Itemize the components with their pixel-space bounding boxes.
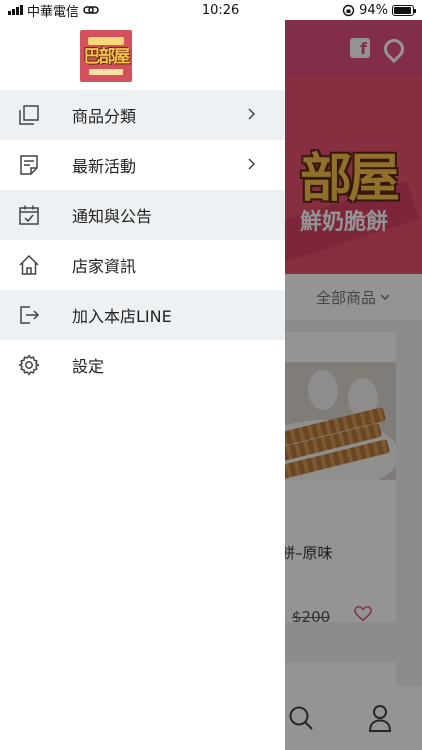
store-logo[interactable]: 巴部屋 (80, 30, 132, 82)
battery-icon (391, 4, 416, 16)
calendar-check-icon (19, 205, 39, 225)
wifi-link-icon (83, 6, 99, 14)
sign-out-icon (20, 306, 40, 324)
carrier-label: 中華電信 (27, 4, 80, 20)
menu-item-label: 商品分類 (72, 107, 137, 126)
menu-item-categories[interactable]: 商品分類 (0, 90, 285, 140)
menu-item-events[interactable]: 最新活動 (0, 140, 285, 190)
menu-item-store-info[interactable]: 店家資訊 (0, 240, 285, 290)
drawer-menu: 商品分類 最新活動 通知與公告 店家資訊 加入本店LINE 設定 (0, 90, 285, 390)
orientation-lock-icon (342, 4, 355, 16)
battery-fill (393, 6, 411, 14)
menu-item-label: 最新活動 (72, 157, 137, 176)
store-logo-text: 巴部屋 (83, 47, 131, 67)
chevron-right-icon (248, 158, 256, 170)
menu-item-join-line[interactable]: 加入本店LINE (0, 290, 285, 340)
menu-item-label: 設定 (72, 357, 105, 376)
status-right: 94% (342, 2, 416, 18)
copy-icon (19, 105, 39, 125)
gear-icon (18, 354, 40, 376)
signal-icon (8, 5, 23, 15)
status-bar: 中華電信 10:26 94% (0, 0, 422, 20)
chevron-right-icon (248, 108, 256, 120)
menu-item-label: 通知與公告 (72, 207, 153, 226)
menu-item-label: 加入本店LINE (72, 307, 172, 326)
home-icon (19, 254, 39, 275)
side-drawer: 巴部屋 商品分類 最新活動 通知與公告 店家資訊 加入本店LINE 設定 (0, 20, 285, 750)
battery-percent: 94% (359, 2, 388, 18)
clock: 10:26 (201, 2, 240, 18)
status-left: 中華電信 (8, 1, 99, 20)
note-icon (20, 155, 38, 175)
menu-item-label: 店家資訊 (72, 257, 137, 276)
menu-item-notices[interactable]: 通知與公告 (0, 190, 285, 240)
menu-item-settings[interactable]: 設定 (0, 340, 285, 390)
